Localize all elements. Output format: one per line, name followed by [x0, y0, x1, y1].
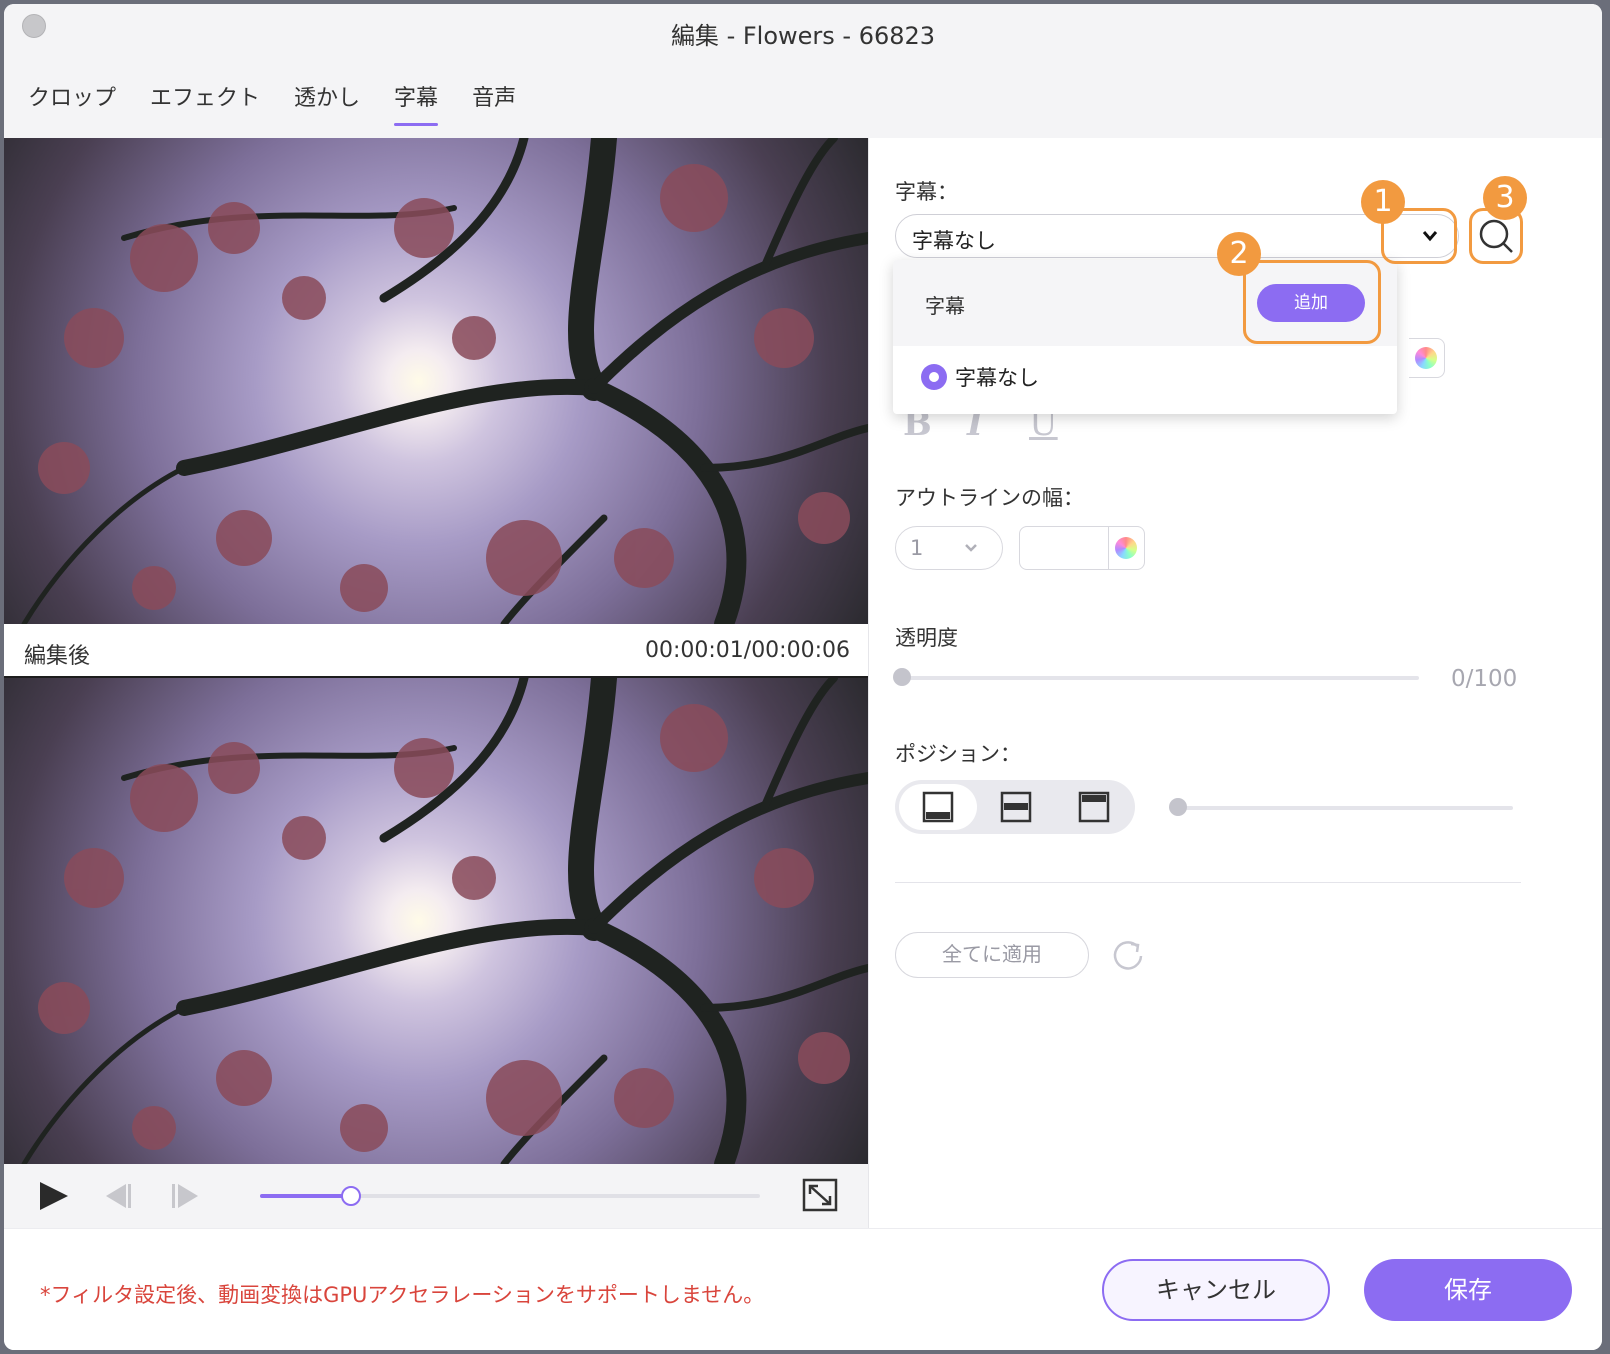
outline-color-picker[interactable] — [1109, 526, 1145, 570]
callout-highlight-2 — [1243, 260, 1381, 344]
section-divider — [895, 882, 1521, 883]
edited-video-preview — [4, 678, 868, 1164]
position-bottom-button[interactable] — [899, 784, 977, 830]
after-edit-label: 編集後 — [24, 644, 91, 669]
outline-width-label: アウトラインの幅： — [895, 486, 1084, 510]
gpu-warning-note: *フィルタ設定後、動画変換はGPUアクセラレーションをサポートしません。 — [40, 1283, 765, 1307]
opacity-value: 0/100 — [1451, 666, 1518, 692]
position-middle-icon — [1000, 791, 1032, 823]
cherry-blossom-image — [21, 678, 868, 1164]
tab-bar: クロップ エフェクト 透かし 字幕 音声 — [28, 80, 550, 126]
outline-width-value: 1 — [910, 536, 924, 560]
cancel-button[interactable]: キャンセル — [1102, 1259, 1330, 1321]
chevron-down-icon — [965, 544, 977, 552]
outline-color-field[interactable] — [1019, 526, 1109, 570]
tab-effect[interactable]: エフェクト — [150, 80, 260, 126]
opacity-label: 透明度 — [895, 626, 958, 650]
edit-window: 編集 - Flowers - 66823 クロップ エフェクト 透かし 字幕 音… — [4, 4, 1602, 1350]
opacity-slider-track[interactable] — [899, 676, 1419, 680]
window-title: 編集 - Flowers - 66823 — [670, 22, 936, 50]
tab-crop[interactable]: クロップ — [28, 80, 116, 126]
callout-badge-2: 2 — [1217, 232, 1261, 276]
position-bottom-icon — [922, 791, 954, 823]
callout-badge-1: 1 — [1361, 180, 1405, 224]
refresh-icon[interactable] — [1111, 938, 1145, 972]
color-picker-icon — [1415, 347, 1437, 369]
prev-frame-icon[interactable] — [102, 1182, 134, 1210]
position-toggle-group — [895, 780, 1135, 834]
timecode: 00:00:01/00:00:06 — [644, 638, 850, 663]
font-color-picker[interactable] — [1409, 338, 1445, 378]
position-top-button[interactable] — [1055, 784, 1133, 830]
subtitle-label: 字幕： — [895, 180, 958, 204]
position-slider-track[interactable] — [1173, 806, 1513, 810]
radio-selected[interactable] — [921, 364, 947, 390]
playback-knob[interactable] — [341, 1186, 361, 1206]
next-frame-icon[interactable] — [170, 1182, 202, 1210]
preview-info-bar: 編集後 00:00:01/00:00:06 — [4, 624, 868, 678]
original-video-preview — [4, 138, 868, 624]
callout-badge-3: 3 — [1483, 176, 1527, 220]
position-top-icon — [1078, 791, 1110, 823]
dropdown-header-title: 字幕 — [925, 294, 965, 318]
tab-subtitle[interactable]: 字幕 — [394, 80, 439, 126]
save-button[interactable]: 保存 — [1364, 1259, 1572, 1321]
position-slider-knob[interactable] — [1169, 798, 1187, 816]
dropdown-option-none[interactable]: 字幕なし — [955, 362, 1039, 392]
outline-width-select[interactable]: 1 — [895, 526, 1003, 570]
color-picker-icon — [1115, 537, 1137, 559]
subtitle-selected-value: 字幕なし — [912, 229, 996, 253]
cherry-blossom-image — [21, 138, 868, 624]
apply-all-button[interactable]: 全てに適用 — [895, 932, 1089, 978]
title-bar: 編集 - Flowers - 66823 クロップ エフェクト 透かし 字幕 音… — [4, 4, 1602, 138]
position-middle-button[interactable] — [977, 784, 1055, 830]
playback-progress — [260, 1194, 350, 1198]
position-label: ポジション： — [895, 742, 1021, 766]
tab-watermark[interactable]: 透かし — [294, 80, 360, 126]
playback-controls — [4, 1164, 868, 1228]
fullscreen-icon[interactable] — [802, 1178, 838, 1212]
tab-audio[interactable]: 音声 — [472, 80, 516, 126]
subtitle-settings-panel: 字幕： 字幕なし B I U 字幕 追加 字幕なし 1 2 3 アウトラインの幅… — [869, 138, 1602, 1228]
preview-pane: 編集後 00:00:01/00:00:06 — [4, 138, 868, 1228]
opacity-slider-knob[interactable] — [893, 668, 911, 686]
play-icon[interactable] — [38, 1180, 70, 1212]
footer-bar: *フィルタ設定後、動画変換はGPUアクセラレーションをサポートしません。 キャン… — [4, 1228, 1602, 1350]
